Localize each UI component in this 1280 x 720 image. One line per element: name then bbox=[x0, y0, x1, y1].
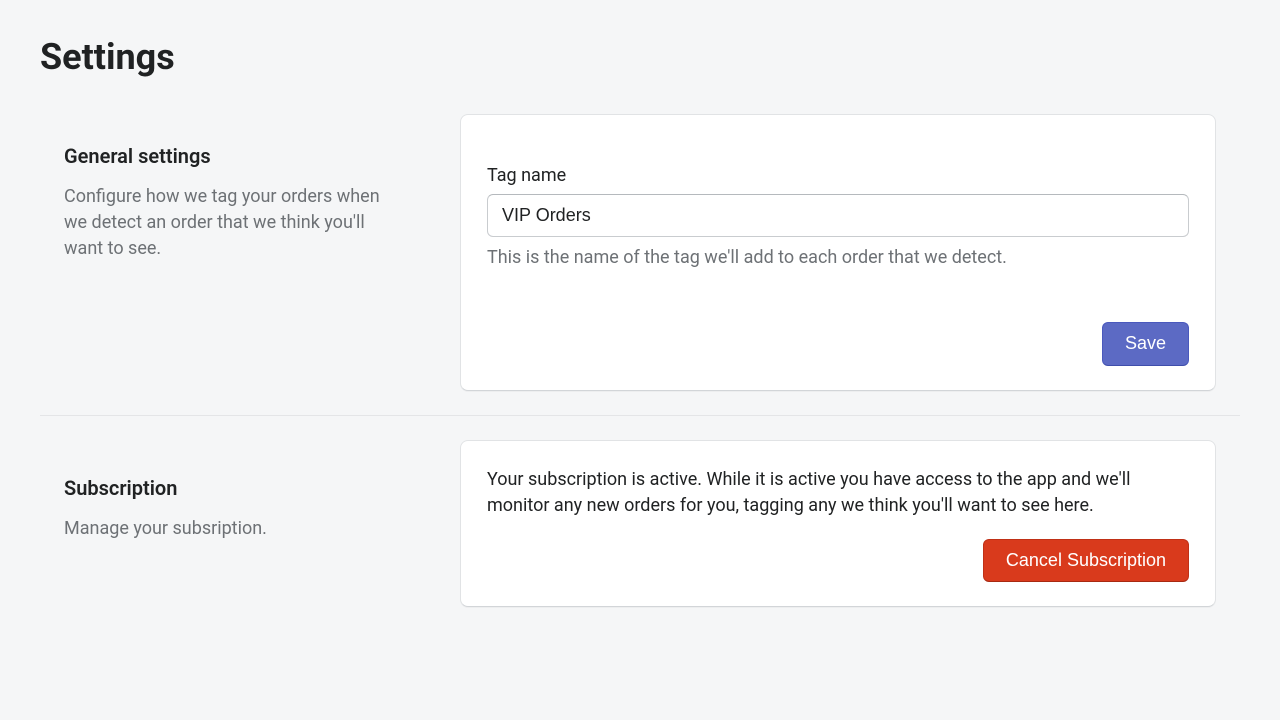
save-button[interactable]: Save bbox=[1102, 322, 1189, 366]
general-description: Configure how we tag your orders when we… bbox=[64, 184, 400, 262]
section-general: General settings Configure how we tag yo… bbox=[40, 114, 1240, 391]
tag-name-label: Tag name bbox=[487, 165, 1189, 186]
cancel-subscription-button[interactable]: Cancel Subscription bbox=[983, 539, 1189, 583]
subscription-description: Manage your subsription. bbox=[64, 516, 400, 542]
settings-page: Settings General settings Configure how … bbox=[0, 0, 1280, 647]
section-subscription-intro: Subscription Manage your subsription. bbox=[64, 440, 400, 608]
tag-name-help: This is the name of the tag we'll add to… bbox=[487, 247, 1189, 268]
general-heading: General settings bbox=[64, 144, 400, 168]
general-card: Tag name This is the name of the tag we'… bbox=[460, 114, 1216, 391]
section-general-intro: General settings Configure how we tag yo… bbox=[64, 114, 400, 391]
subscription-heading: Subscription bbox=[64, 476, 400, 500]
page-title: Settings bbox=[40, 36, 1240, 78]
section-subscription: Subscription Manage your subsription. Yo… bbox=[40, 415, 1240, 608]
tag-name-input[interactable] bbox=[487, 194, 1189, 237]
subscription-status-text: Your subscription is active. While it is… bbox=[487, 467, 1189, 519]
subscription-card: Your subscription is active. While it is… bbox=[460, 440, 1216, 608]
